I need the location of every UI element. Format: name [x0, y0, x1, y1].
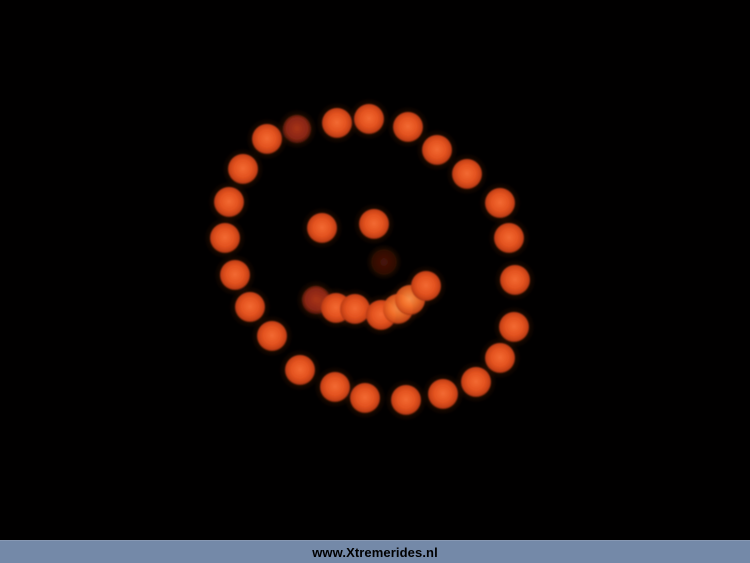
- bokeh-light-dot: [210, 223, 240, 253]
- bokeh-light-dot: [452, 159, 482, 189]
- bokeh-light-dot: [257, 321, 287, 351]
- site-link[interactable]: www.Xtremerides.nl: [312, 545, 438, 560]
- bokeh-light-dot: [411, 271, 441, 301]
- bokeh-light-dot: [428, 379, 458, 409]
- bokeh-light-dot: [393, 112, 423, 142]
- bokeh-light-dot: [359, 209, 389, 239]
- bokeh-light-dot: [422, 135, 452, 165]
- bokeh-light-dot: [391, 385, 421, 415]
- bokeh-light-dot: [354, 104, 384, 134]
- screenshot-frame: www.Xtremerides.nl: [0, 0, 750, 563]
- bokeh-light-dot: [372, 250, 396, 274]
- bokeh-light-dot: [494, 223, 524, 253]
- bokeh-light-dot: [499, 312, 529, 342]
- bokeh-light-dot: [500, 265, 530, 295]
- bokeh-light-dot: [307, 213, 337, 243]
- bokeh-light-dot: [322, 108, 352, 138]
- bokeh-light-dot: [485, 188, 515, 218]
- smiley-bokeh-photo: [0, 0, 750, 540]
- bokeh-light-dot: [220, 260, 250, 290]
- bokeh-light-dot: [214, 187, 244, 217]
- bokeh-light-dot: [350, 383, 380, 413]
- footer-bar: www.Xtremerides.nl: [0, 540, 750, 563]
- smiley-face-icon: [204, 98, 536, 421]
- bokeh-light-dot: [285, 355, 315, 385]
- bokeh-light-dot: [228, 154, 258, 184]
- bokeh-light-dot: [252, 124, 282, 154]
- bokeh-light-dot: [235, 292, 265, 322]
